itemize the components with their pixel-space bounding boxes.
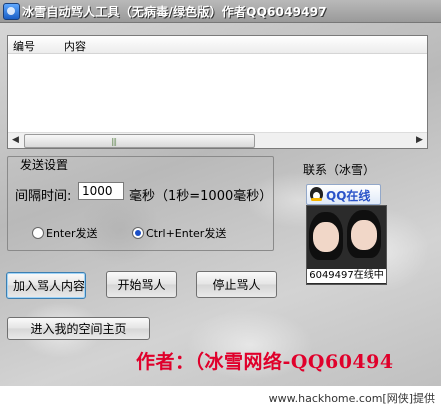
unit-label: 毫秒（1秒=1000毫秒） bbox=[129, 189, 273, 204]
avatar[interactable]: 6049497在线中 bbox=[306, 205, 387, 285]
scroll-grip: ||| bbox=[111, 137, 117, 146]
avatar-caption: 6049497在线中 bbox=[307, 269, 386, 283]
qq-penguin-icon bbox=[310, 187, 323, 201]
title-bar[interactable]: 冰雪自动骂人工具（无病毒/绿色版）作者QQ6049497 bbox=[0, 0, 441, 23]
avatar-face-left bbox=[313, 222, 339, 252]
qq-status-text: QQ在线 bbox=[326, 189, 371, 203]
homepage-button[interactable]: 进入我的空间主页 bbox=[7, 317, 150, 340]
start-button[interactable]: 开始骂人 bbox=[106, 271, 177, 298]
radio-icon[interactable] bbox=[132, 227, 144, 239]
scroll-right-arrow-icon[interactable]: ▶ bbox=[412, 133, 427, 148]
avatar-face-right bbox=[351, 220, 377, 250]
interval-label: 间隔时间: bbox=[15, 189, 72, 204]
app-icon bbox=[3, 3, 20, 20]
main-window: 冰雪自动骂人工具（无病毒/绿色版）作者QQ6049497 编号 内容 ◀ |||… bbox=[0, 0, 441, 408]
content-list[interactable]: 编号 内容 ◀ ||| ▶ bbox=[7, 35, 428, 149]
contact-label: 联系（冰雪） bbox=[303, 163, 376, 177]
send-settings-group: 发送设置 间隔时间: 1000 毫秒（1秒=1000毫秒） Enter发送 Ct… bbox=[7, 156, 274, 251]
send-settings-label: 发送设置 bbox=[20, 158, 69, 172]
window-title: 冰雪自动骂人工具（无病毒/绿色版）作者QQ6049497 bbox=[22, 5, 327, 19]
footer: www.hackhome.com[网侠]提供 bbox=[0, 386, 441, 408]
horizontal-scrollbar[interactable]: ◀ ||| ▶ bbox=[8, 132, 427, 148]
scroll-thumb[interactable]: ||| bbox=[24, 134, 255, 148]
list-header: 编号 内容 bbox=[8, 36, 427, 54]
radio-ctrl-enter-send-label: Ctrl+Enter发送 bbox=[146, 227, 227, 240]
qq-online-badge[interactable]: QQ在线 bbox=[306, 184, 381, 205]
column-header-content[interactable]: 内容 bbox=[64, 38, 86, 54]
radio-enter-send[interactable]: Enter发送 bbox=[32, 225, 98, 241]
interval-input[interactable]: 1000 bbox=[78, 182, 124, 200]
scroll-left-arrow-icon[interactable]: ◀ bbox=[8, 133, 23, 148]
column-header-number[interactable]: 编号 bbox=[13, 38, 35, 54]
radio-enter-send-label: Enter发送 bbox=[46, 227, 98, 240]
footer-credit: www.hackhome.com[网侠]提供 bbox=[268, 392, 435, 405]
radio-ctrl-enter-send[interactable]: Ctrl+Enter发送 bbox=[132, 225, 226, 241]
add-content-button[interactable]: 加入骂人内容 bbox=[6, 272, 86, 299]
author-banner: 作者：（冰雪网络-QQ60494 bbox=[136, 351, 394, 373]
radio-icon[interactable] bbox=[32, 227, 44, 239]
stop-button[interactable]: 停止骂人 bbox=[196, 271, 277, 298]
